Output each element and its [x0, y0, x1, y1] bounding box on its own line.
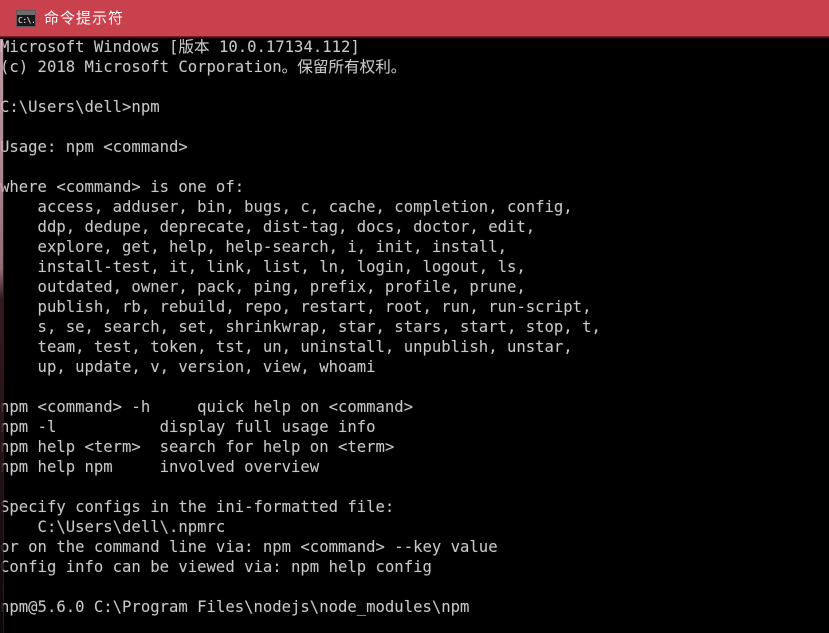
left-edge-scrollbar-shadow: [3, 39, 4, 633]
cmd-console-icon: C:\.: [16, 9, 36, 27]
cmd-icon-prompt-glyph: C:\.: [18, 15, 36, 25]
console-output-area[interactable]: Microsoft Windows [版本 10.0.17134.112] (c…: [0, 39, 829, 633]
window-title-label: 命令提示符: [44, 9, 125, 27]
command-prompt-window: C:\. 命令提示符 Microsoft Windows [版本 10.0.17…: [0, 0, 829, 633]
window-title-bar[interactable]: C:\. 命令提示符: [0, 0, 829, 36]
console-output-text: Microsoft Windows [版本 10.0.17134.112] (c…: [0, 39, 601, 616]
